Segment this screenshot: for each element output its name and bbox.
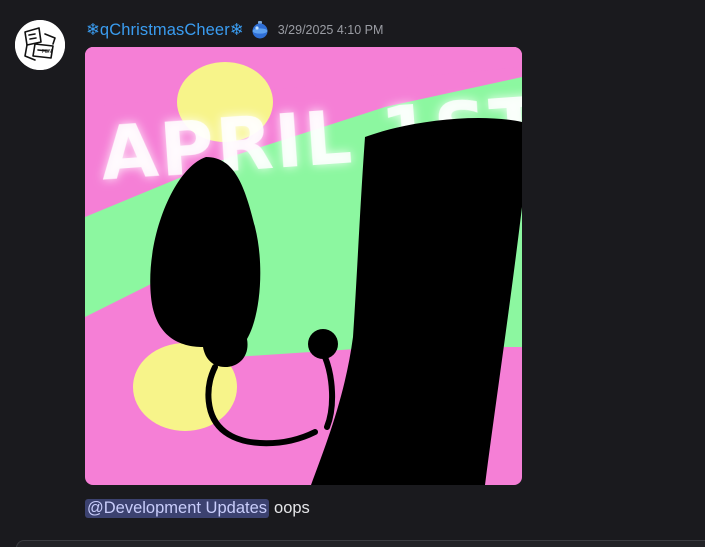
image-attachment[interactable]: APRIL 1ST [85,47,522,485]
april-first-image: APRIL 1ST [85,47,522,485]
chat-message: PEN ❄qChristmasCheer❄ 3/29/2025 4:10 PM [0,0,705,547]
message-header: ❄qChristmasCheer❄ 3/29/2025 4:10 PM [86,18,383,42]
message-text: oops [274,498,310,517]
message-timestamp[interactable]: 3/29/2025 4:10 PM [278,23,384,37]
blue-ornament-icon[interactable] [250,20,270,40]
username[interactable]: ❄qChristmasCheer❄ [86,20,244,40]
message-composer[interactable] [16,540,705,547]
user-avatar[interactable]: PEN [15,20,65,70]
role-mention[interactable]: @Development Updates [85,498,270,518]
svg-text:PEN: PEN [42,49,52,55]
avatar-drawing-icon: PEN [15,20,65,70]
message-content: @Development Updates oops [85,496,310,520]
